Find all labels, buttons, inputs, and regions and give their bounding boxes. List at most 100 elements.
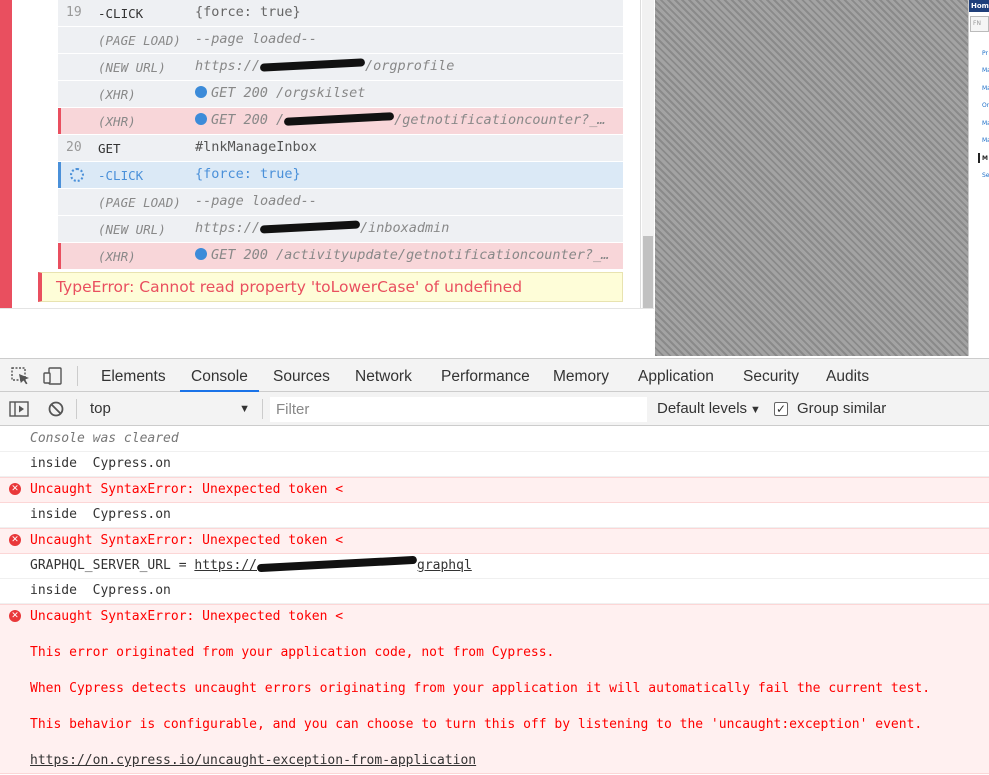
cypress-docs-link[interactable]: https://on.cypress.io/uncaught-exception… xyxy=(30,753,476,768)
console-message[interactable]: GRAPHQL_SERVER_URL = https://graphql xyxy=(0,554,989,579)
aut-background xyxy=(655,0,968,356)
tab-performance[interactable]: Performance xyxy=(430,359,541,392)
toolbar-divider xyxy=(262,399,263,419)
command-row[interactable]: (XHR) GET 200 /orgskilset xyxy=(58,81,623,108)
tab-audits[interactable]: Audits xyxy=(815,359,880,392)
console-message[interactable]: inside Cypress.on xyxy=(0,579,989,604)
command-message: --page loaded-- xyxy=(195,193,317,209)
app-nav-item-active[interactable]: M xyxy=(982,155,988,162)
tab-memory[interactable]: Memory xyxy=(542,359,620,392)
caret-down-icon: ▼ xyxy=(750,404,761,416)
command-message: GET 200 /orgskilset xyxy=(195,81,620,106)
tab-sources[interactable]: Sources xyxy=(262,359,341,392)
reporter-footer xyxy=(0,308,654,358)
console-error-message[interactable]: ✕ Uncaught SyntaxError: Unexpected token… xyxy=(0,477,989,503)
context-selector[interactable]: top ▼ xyxy=(84,398,254,420)
command-row[interactable]: (PAGE LOAD) --page loaded-- xyxy=(58,27,623,54)
cypress-runner: 19 -CLICK {force: true} (PAGE LOAD) --pa… xyxy=(0,0,989,358)
command-name: -CLICK xyxy=(98,168,144,183)
command-name: GET xyxy=(98,141,121,156)
console-toolbar: top ▼ Default levels▼ ✓ Group similar xyxy=(0,392,989,426)
command-row[interactable]: 20 GET #lnkManageInbox xyxy=(58,135,623,162)
console-sidebar-toggle-icon[interactable] xyxy=(9,400,29,418)
command-message: #lnkManageInbox xyxy=(195,139,317,155)
command-message: --page loaded-- xyxy=(195,31,317,47)
console-message[interactable]: Console was cleared xyxy=(0,427,989,452)
command-name: -CLICK xyxy=(98,6,144,21)
console-message[interactable]: inside Cypress.on xyxy=(0,503,989,528)
command-message: {force: true} xyxy=(195,4,301,20)
app-nav-active-indicator xyxy=(978,153,980,163)
command-number: 19 xyxy=(66,5,82,20)
command-message: https:///orgprofile xyxy=(195,58,455,74)
app-subheader: FN xyxy=(970,16,989,32)
error-icon: ✕ xyxy=(9,483,21,495)
command-row[interactable]: (XHR) GET 200 //getnotificationcounter?_… xyxy=(58,108,623,135)
loading-spinner-icon xyxy=(70,168,84,182)
tab-console[interactable]: Console xyxy=(180,359,259,392)
command-name: (NEW URL) xyxy=(98,222,166,237)
command-row[interactable]: (XHR) GET 200 /activityupdate/getnotific… xyxy=(58,243,623,270)
error-icon: ✕ xyxy=(9,610,21,622)
command-row[interactable]: (PAGE LOAD) --page loaded-- xyxy=(58,189,623,216)
caret-down-icon: ▼ xyxy=(239,403,250,415)
command-name: (XHR) xyxy=(98,249,136,264)
app-nav-item[interactable]: Ma xyxy=(982,137,989,144)
xhr-status-dot-icon xyxy=(195,248,207,260)
xhr-status-dot-icon xyxy=(195,113,207,125)
app-nav-item[interactable]: Or xyxy=(982,102,989,109)
tab-elements[interactable]: Elements xyxy=(90,359,177,392)
inspect-element-icon[interactable] xyxy=(11,367,31,385)
app-nav-item[interactable]: Pr xyxy=(982,50,988,57)
toolbar-divider xyxy=(76,399,77,419)
command-row[interactable]: 19 -CLICK {force: true} xyxy=(58,0,623,27)
graphql-url-link[interactable]: https://graphql xyxy=(194,555,472,573)
command-name: (PAGE LOAD) xyxy=(98,195,181,210)
xhr-status-dot-icon xyxy=(195,86,207,98)
command-name: (NEW URL) xyxy=(98,60,166,75)
tab-application[interactable]: Application xyxy=(627,359,725,392)
command-number: 20 xyxy=(66,140,82,155)
console-error-message[interactable]: ✕ Uncaught SyntaxError: Unexpected token… xyxy=(0,528,989,554)
command-message: GET 200 //getnotificationcounter?_… xyxy=(195,108,620,133)
app-nav-item[interactable]: Se xyxy=(982,172,989,179)
error-icon: ✕ xyxy=(9,534,21,546)
console-error-message[interactable]: ✕ Uncaught SyntaxError: Unexpected token… xyxy=(0,604,989,774)
command-message: https:///inboxadmin xyxy=(195,220,450,236)
tab-security[interactable]: Security xyxy=(732,359,810,392)
command-log: 19 -CLICK {force: true} (PAGE LOAD) --pa… xyxy=(58,0,623,270)
redaction-mark xyxy=(259,220,361,234)
context-selector-value: top xyxy=(90,400,111,417)
scrollbar-thumb[interactable] xyxy=(643,236,653,308)
device-toolbar-icon[interactable] xyxy=(43,367,63,385)
app-nav-item[interactable]: Ma xyxy=(982,67,989,74)
failed-test-indicator xyxy=(0,0,12,308)
command-message: GET 200 /activityupdate/getnotificationc… xyxy=(195,243,620,268)
command-name: (PAGE LOAD) xyxy=(98,33,181,48)
command-row[interactable]: (NEW URL) https:///inboxadmin xyxy=(58,216,623,243)
log-levels-dropdown[interactable]: Default levels ▼ xyxy=(657,392,761,426)
clear-console-icon[interactable] xyxy=(46,400,66,418)
command-message: {force: true} xyxy=(195,166,301,182)
redaction-mark xyxy=(256,555,418,573)
app-nav-item[interactable]: Ma xyxy=(982,120,989,127)
app-nav-item[interactable]: Ma xyxy=(982,85,989,92)
console-filter-input[interactable] xyxy=(270,397,647,422)
command-name: (XHR) xyxy=(98,114,136,129)
console-messages: Console was cleared inside Cypress.on ✕ … xyxy=(0,427,989,775)
group-similar-checkbox[interactable]: ✓ xyxy=(774,402,788,416)
redaction-mark xyxy=(259,58,366,72)
group-similar-label: Group similar xyxy=(797,400,887,417)
redaction-mark xyxy=(284,112,395,126)
tab-network[interactable]: Network xyxy=(344,359,423,392)
app-header: Home xyxy=(969,0,989,12)
devtools-tabbar: Elements Console Sources Network Perform… xyxy=(0,358,989,392)
console-message[interactable]: inside Cypress.on xyxy=(0,452,989,477)
test-error-message[interactable]: TypeError: Cannot read property 'toLower… xyxy=(38,272,623,302)
command-name: (XHR) xyxy=(98,87,136,102)
command-row[interactable]: (NEW URL) https:///orgprofile xyxy=(58,54,623,81)
command-row[interactable]: -CLICK {force: true} xyxy=(58,162,623,189)
toolbar-divider xyxy=(77,366,78,386)
app-under-test-frame[interactable]: Home FN Pr Ma Ma Or Ma Ma M Se xyxy=(968,0,989,356)
log-levels-label: Default levels xyxy=(657,400,748,417)
